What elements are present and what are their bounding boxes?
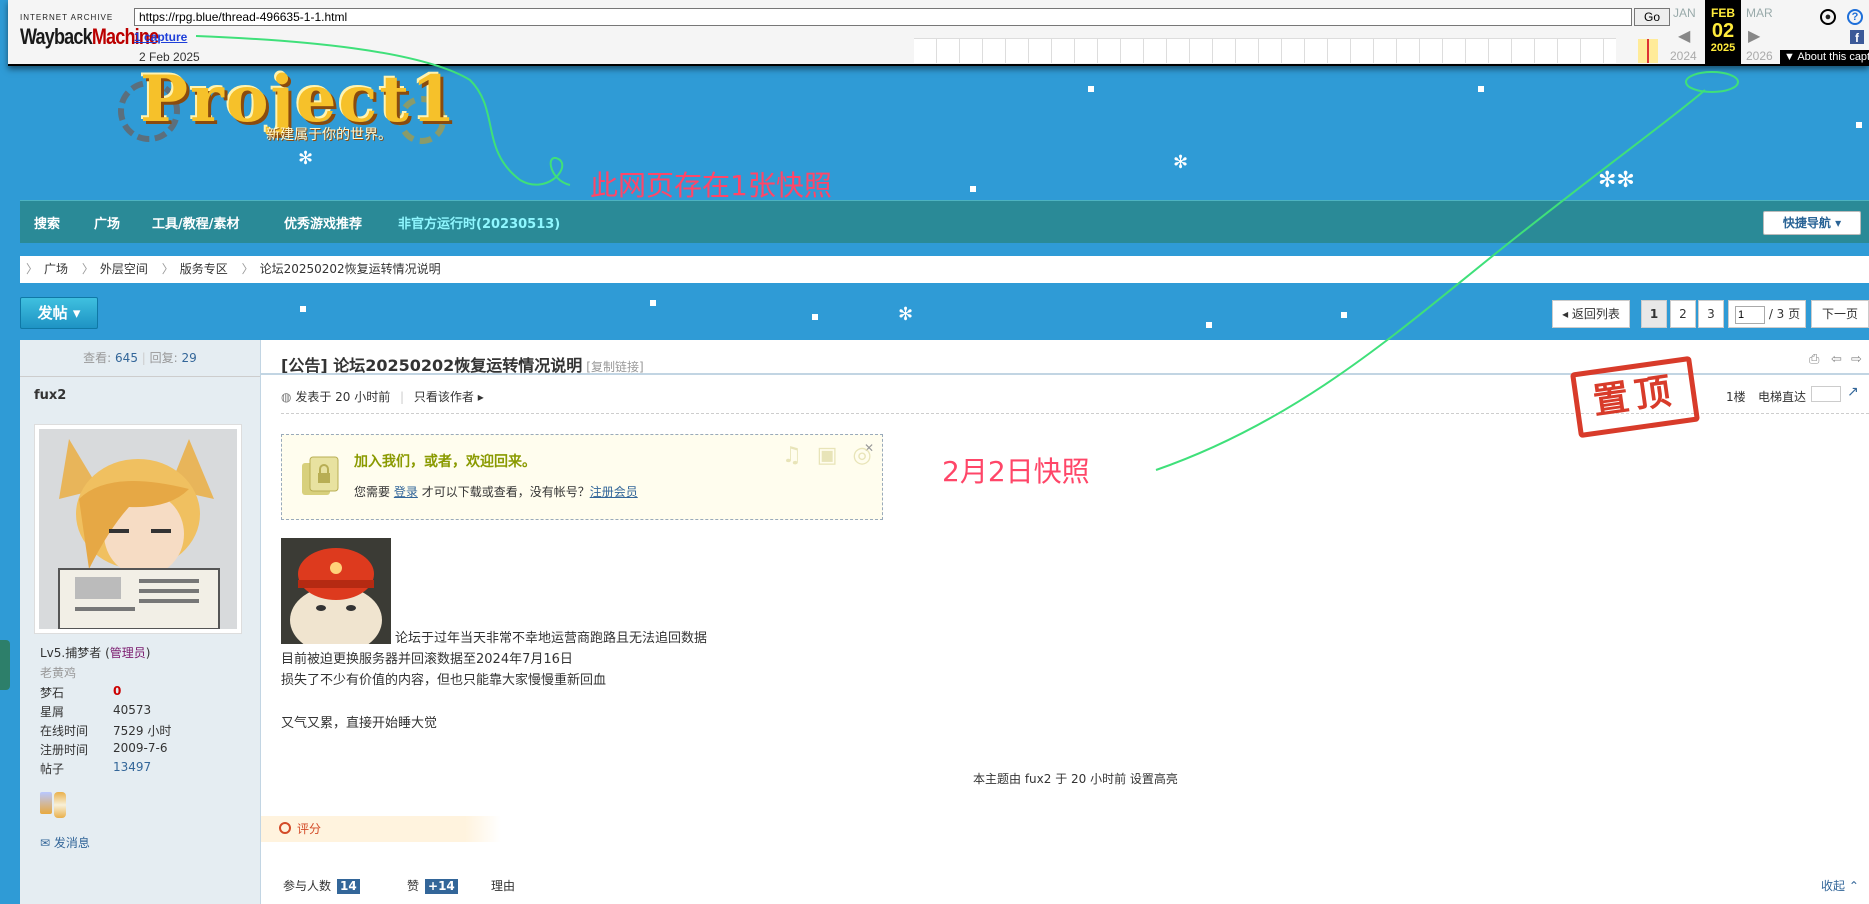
captures-annotation: 此网页存在1张快照 [590, 169, 832, 202]
snapshot-annotation: 2月2日快照 [942, 455, 1090, 488]
annotation-strokes [195, 35, 1739, 471]
